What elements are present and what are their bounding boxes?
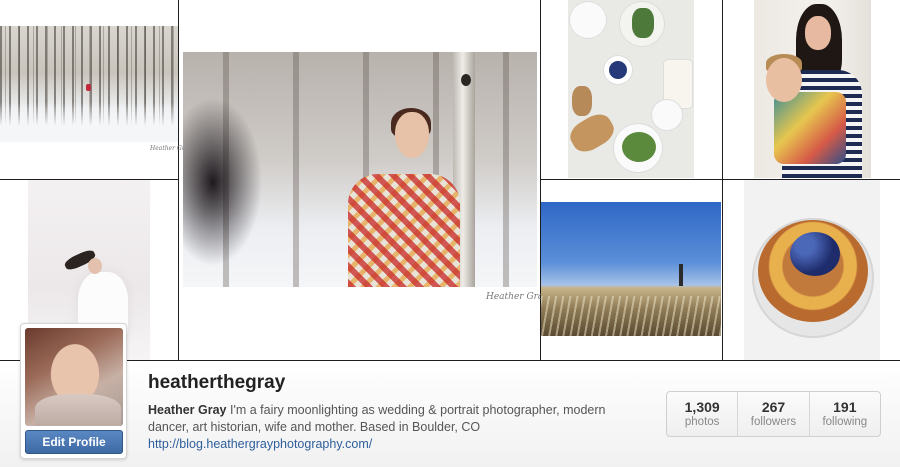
stat-followers-count: 267 [761, 399, 786, 415]
profile-full-name: Heather Gray [148, 403, 227, 417]
sweater [348, 174, 460, 287]
grid-divider [178, 0, 179, 360]
profile-website-link[interactable]: http://blog.heathergrayphotography.com/ [148, 437, 372, 451]
stat-photos[interactable]: 1,309 photos [667, 392, 739, 436]
red-figure [86, 84, 91, 91]
photo-berry-cake[interactable] [744, 180, 880, 360]
photo-woman-portrait[interactable] [183, 52, 537, 287]
stat-followers[interactable]: 267 followers [738, 392, 810, 436]
photo-signature: Heather Gray [486, 292, 549, 302]
profile-username: heatherthegray [148, 372, 286, 393]
stat-followers-label: followers [750, 416, 797, 428]
stat-following-label: following [822, 416, 868, 428]
photo-field-blue-sky[interactable] [541, 202, 721, 336]
edit-profile-button[interactable]: Edit Profile [25, 430, 123, 454]
stat-following[interactable]: 191 following [810, 392, 880, 436]
profile-stats: 1,309 photos 267 followers 191 following [666, 391, 881, 437]
stat-photos-count: 1,309 [684, 399, 720, 415]
stat-photos-label: photos [684, 416, 720, 428]
photo-mother-and-child[interactable] [754, 0, 871, 178]
face [395, 112, 429, 158]
photo-aspen-forest-snow[interactable] [0, 26, 178, 142]
avatar[interactable] [25, 328, 123, 426]
photo-grid: Heather Gray Heather Gray [0, 0, 900, 360]
avatar-card: Edit Profile [20, 323, 127, 459]
figure [679, 264, 683, 286]
stat-following-count: 191 [833, 399, 857, 415]
grid-divider [722, 0, 723, 360]
profile-bio: Heather Gray I'm a fairy moonlighting as… [148, 402, 618, 436]
photo-table-flatlay[interactable] [568, 0, 694, 178]
